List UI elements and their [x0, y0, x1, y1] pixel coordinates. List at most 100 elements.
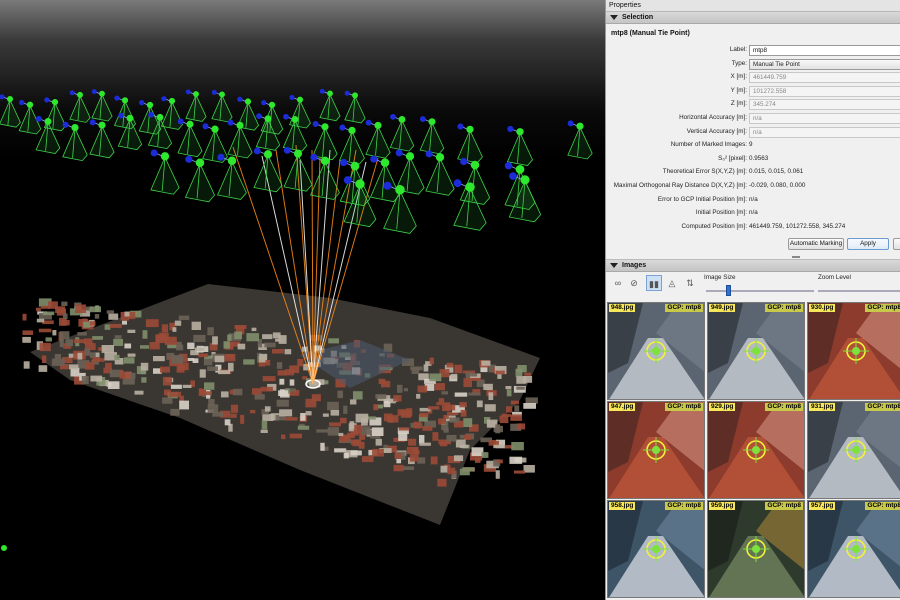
- camera-frustum[interactable]: [211, 89, 233, 123]
- camera-frustum[interactable]: [69, 90, 91, 123]
- thumbnail-image[interactable]: [608, 501, 705, 598]
- camera-frustum[interactable]: [91, 89, 113, 122]
- building: [38, 365, 48, 372]
- building: [412, 447, 419, 454]
- image-thumbnail[interactable]: 931.jpg GCP: mtp8: [807, 401, 900, 499]
- image-thumbnail[interactable]: 930.jpg GCP: mtp8: [807, 302, 900, 400]
- camera-frustum[interactable]: [253, 147, 283, 193]
- camera-center-dot: [296, 96, 304, 103]
- thumbnail-image[interactable]: [808, 501, 900, 598]
- camera-direction-dot: [339, 124, 346, 131]
- image-thumbnail[interactable]: 947.jpg GCP: mtp8: [607, 401, 705, 499]
- thumbnail-gcp-label: GCP: mtp8: [665, 403, 703, 411]
- link-icon[interactable]: ∞: [610, 275, 626, 291]
- zoom-level-slider[interactable]: [818, 290, 900, 293]
- camera-direction-dot: [202, 123, 209, 130]
- camera-direction-dot: [457, 123, 464, 130]
- apply-button[interactable]: Apply: [847, 238, 889, 251]
- building: [54, 354, 62, 360]
- building: [261, 420, 268, 430]
- collapse-triangle-icon[interactable]: [610, 262, 618, 268]
- camera-frustum[interactable]: [160, 96, 183, 130]
- camera-frustum[interactable]: [217, 153, 247, 200]
- 3d-viewport[interactable]: [0, 0, 605, 600]
- camera-frustum[interactable]: [459, 157, 491, 205]
- camera-frustum[interactable]: [425, 150, 455, 196]
- camera-frustum[interactable]: [389, 113, 415, 152]
- property-row: Label: mtp8: [606, 44, 900, 58]
- collapse-triangle-icon[interactable]: [610, 14, 618, 20]
- camera-frustum[interactable]: [419, 116, 445, 155]
- thumbnail-image[interactable]: [708, 303, 805, 400]
- camera-frustum[interactable]: [89, 119, 115, 159]
- image-size-slider[interactable]: [706, 290, 814, 293]
- camera-frustum[interactable]: [365, 119, 391, 159]
- selection-section-header[interactable]: Selection: [606, 12, 900, 24]
- property-field[interactable]: 101272.558: [749, 85, 900, 97]
- camera-frustum[interactable]: [185, 89, 207, 122]
- thumbnail-image[interactable]: [608, 402, 705, 499]
- property-field[interactable]: mtp8: [749, 45, 900, 56]
- building: [272, 349, 284, 354]
- camera-frustum[interactable]: [117, 112, 143, 151]
- building: [41, 355, 47, 363]
- image-thumbnail[interactable]: 959.jpg GCP: mtp8: [707, 500, 805, 598]
- more-button[interactable]: [893, 238, 900, 251]
- building: [164, 336, 177, 345]
- camera-direction-dot: [150, 149, 158, 157]
- camera-frustum[interactable]: [184, 155, 216, 203]
- image-thumbnail[interactable]: 948.jpg GCP: mtp8: [607, 302, 705, 400]
- building: [411, 367, 420, 374]
- property-field[interactable]: n/a: [749, 126, 900, 138]
- camera-frustum[interactable]: [288, 94, 311, 129]
- camera-frustum[interactable]: [312, 121, 338, 161]
- camera-frustum[interactable]: [283, 146, 313, 192]
- panel-splitter[interactable]: [606, 254, 900, 261]
- image-thumbnail[interactable]: 957.jpg GCP: mtp8: [807, 500, 900, 598]
- building: [224, 353, 236, 362]
- automatic-marking-button[interactable]: Automatic Marking: [788, 238, 844, 251]
- building: [330, 410, 340, 416]
- thumbnail-image[interactable]: [808, 402, 900, 499]
- property-field[interactable]: 345.274: [749, 99, 900, 111]
- image-thumbnail[interactable]: 958.jpg GCP: mtp8: [607, 500, 705, 598]
- camera-frustum[interactable]: [177, 118, 203, 158]
- camera-frustum[interactable]: [506, 125, 534, 166]
- building: [83, 321, 90, 328]
- property-field[interactable]: n/a: [749, 112, 900, 124]
- building: [168, 391, 182, 397]
- thumbnail-image[interactable]: [608, 303, 705, 400]
- type-dropdown[interactable]: Manual Tie Point: [749, 58, 900, 70]
- scene-canvas[interactable]: [0, 0, 605, 600]
- property-field[interactable]: 461449.759: [749, 72, 900, 84]
- camera-direction-dot: [343, 176, 352, 185]
- camera-direction-dot: [91, 89, 97, 95]
- camera-frustum[interactable]: [150, 149, 180, 195]
- sort-az-icon[interactable]: ⇅: [682, 275, 698, 291]
- building: [464, 434, 472, 440]
- camera-frustum[interactable]: [62, 121, 88, 162]
- sort-columns-icon[interactable]: ▮▮: [646, 275, 662, 292]
- camera-frustum[interactable]: [369, 155, 401, 203]
- images-section-header[interactable]: Images: [606, 260, 900, 273]
- camera-center-dot: [44, 118, 52, 125]
- building: [77, 332, 87, 336]
- camera-frustum[interactable]: [338, 124, 365, 165]
- camera-frustum[interactable]: [319, 88, 341, 122]
- thumbnail-filename: 948.jpg: [609, 304, 636, 312]
- image-size-slider-thumb[interactable]: [725, 285, 731, 297]
- image-thumbnail[interactable]: 949.jpg GCP: mtp8: [707, 302, 805, 400]
- building: [51, 358, 65, 366]
- image-thumbnail[interactable]: 929.jpg GCP: mtp8: [707, 401, 805, 499]
- thumbnail-image[interactable]: [808, 303, 900, 400]
- thumbnail-image[interactable]: [708, 501, 805, 598]
- thumbnail-image[interactable]: [708, 402, 805, 499]
- camera-frustum[interactable]: [344, 90, 366, 124]
- camera-frustum[interactable]: [567, 120, 593, 160]
- camera-frustum[interactable]: [0, 94, 21, 128]
- unlink-icon[interactable]: ⊘: [626, 275, 642, 291]
- camera-frustum[interactable]: [310, 153, 340, 200]
- filter-icon[interactable]: ◬: [664, 275, 680, 291]
- building: [90, 375, 103, 382]
- camera-frustum[interactable]: [457, 123, 483, 164]
